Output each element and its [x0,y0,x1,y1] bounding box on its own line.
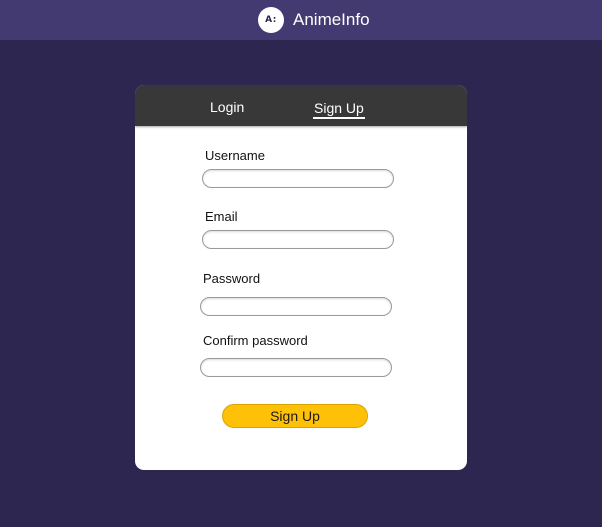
email-label: Email [205,209,238,224]
auth-card: Login Sign Up Username Email Password Co… [135,85,467,470]
tab-sign-up[interactable]: Sign Up [313,100,365,119]
confirm-password-label: Confirm password [203,333,308,348]
password-label: Password [203,271,261,286]
tab-login[interactable]: Login [210,99,244,115]
sign-up-button[interactable]: Sign Up [222,404,368,428]
app-name: AnimeInfo [293,10,370,29]
username-label: Username [205,148,265,163]
top-nav-bar: A: AnimeInfo [0,0,602,40]
confirm-password-input[interactable] [200,358,392,377]
brand[interactable]: A: AnimeInfo [258,7,370,33]
email-input[interactable] [202,230,394,249]
auth-tab-bar: Login Sign Up [135,85,467,126]
app-logo-icon: A: [258,7,284,33]
password-input[interactable] [200,297,392,316]
username-input[interactable] [202,169,394,188]
